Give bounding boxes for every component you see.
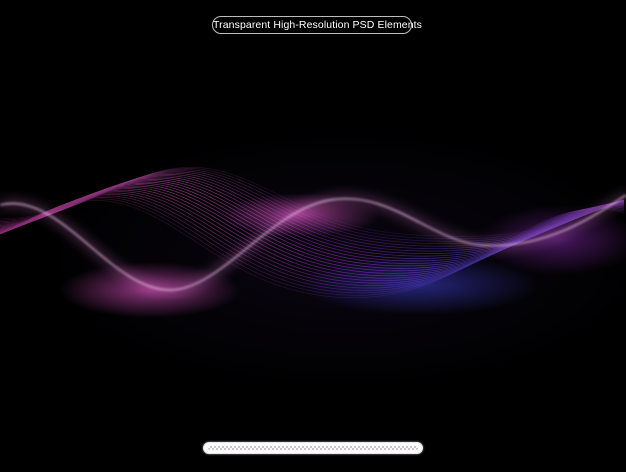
artwork-canvas: Transparent High-Resolution PSD Elements: [0, 0, 626, 472]
transparency-slider-icon: [203, 442, 423, 454]
checkerboard-track: [208, 446, 418, 450]
neon-wave-icon: [0, 166, 626, 318]
